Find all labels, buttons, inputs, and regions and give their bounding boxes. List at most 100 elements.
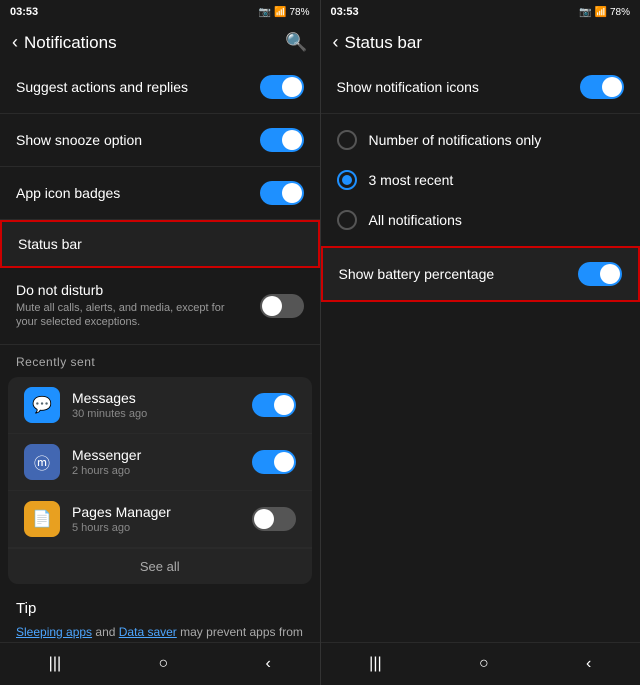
show-battery-percentage-item[interactable]: Show battery percentage [321,246,640,302]
messages-icon: 💬 [24,387,60,423]
show-snooze-label: Show snooze option [16,132,142,148]
suggest-actions-item[interactable]: Suggest actions and replies [0,61,320,114]
show-snooze-toggle[interactable] [260,128,304,152]
left-time: 03:53 [10,6,38,18]
right-settings-list: Show notification icons Number of notifi… [321,61,640,642]
show-notification-icons-label: Show notification icons [337,79,479,95]
right-header: ‹ Status bar [321,24,640,61]
data-saver-link[interactable]: Data saver [119,625,177,639]
pages-time: 5 hours ago [72,522,252,534]
right-header-left: ‹ Status bar [333,32,423,53]
do-not-disturb-toggle[interactable] [260,294,304,318]
radio-label-all: All notifications [369,212,462,228]
do-not-disturb-item[interactable]: Do not disturb Mute all calls, alerts, a… [0,268,320,345]
right-status-icons: 📷 📶 78% [579,7,630,18]
radio-all[interactable]: All notifications [321,200,640,240]
messenger-time: 2 hours ago [72,465,252,477]
messenger-name: Messenger [72,447,252,463]
recently-sent-group: 💬 Messages 30 minutes ago ⓜ Messenger 2 … [8,377,312,584]
see-all-button[interactable]: See all [8,548,312,584]
do-not-disturb-label: Do not disturb [16,282,236,298]
pages-icon: 📄 [24,501,60,537]
pages-knob [254,509,274,529]
messages-item[interactable]: 💬 Messages 30 minutes ago [8,377,312,434]
show-notification-icons-item[interactable]: Show notification icons [321,61,640,114]
right-nav-back-button[interactable]: ‹ [566,651,611,677]
right-back-button[interactable]: ‹ [333,32,339,53]
tip-text: Sleeping apps and Data saver may prevent… [16,623,304,642]
right-page-title: Status bar [345,33,423,53]
right-nav-home-button[interactable]: ○ [459,651,509,677]
right-time: 03:53 [331,6,359,18]
left-nav-back-button[interactable]: ‹ [246,651,291,677]
messages-info: Messages 30 minutes ago [72,390,252,420]
pages-toggle[interactable] [252,507,296,531]
suggest-actions-label: Suggest actions and replies [16,79,188,95]
messenger-knob [274,452,294,472]
left-status-bar: 03:53 📷 📶 78% [0,0,320,24]
messenger-icon: ⓜ [24,444,60,480]
pages-info: Pages Manager 5 hours ago [72,504,252,534]
messenger-info: Messenger 2 hours ago [72,447,252,477]
left-search-button[interactable]: 🔍 [285,32,307,53]
left-nav-recent-button[interactable]: ||| [29,651,81,677]
messages-name: Messages [72,390,252,406]
show-battery-percentage-label: Show battery percentage [339,266,495,282]
app-badges-label: App icon badges [16,185,120,201]
app-badges-item[interactable]: App icon badges [0,167,320,220]
show-battery-percentage-toggle[interactable] [578,262,622,286]
suggest-actions-toggle[interactable] [260,75,304,99]
right-signal-icon: 📶 [595,7,607,18]
radio-group: Number of notifications only 3 most rece… [321,114,640,246]
do-not-disturb-text-group: Do not disturb Mute all calls, alerts, a… [16,282,236,330]
right-panel: 03:53 📷 📶 78% ‹ Status bar Show notifica… [321,0,640,685]
messages-toggle[interactable] [252,393,296,417]
do-not-disturb-knob [262,296,282,316]
show-notification-icons-knob [602,77,622,97]
show-battery-percentage-knob [600,264,620,284]
radio-number-only[interactable]: Number of notifications only [321,120,640,160]
radio-circle-three-recent [337,170,357,190]
left-back-button[interactable]: ‹ [12,32,18,53]
left-header-left: ‹ Notifications [12,32,117,53]
suggest-actions-knob [282,77,302,97]
show-notification-icons-toggle[interactable] [580,75,624,99]
battery-percent-left: 78% [289,7,309,18]
recently-sent-label: Recently sent [0,345,320,373]
left-nav-home-button[interactable]: ○ [138,651,188,677]
pages-name: Pages Manager [72,504,252,520]
left-header: ‹ Notifications 🔍 [0,24,320,61]
messages-knob [274,395,294,415]
app-badges-toggle[interactable] [260,181,304,205]
left-page-title: Notifications [24,33,117,53]
messages-time: 30 minutes ago [72,408,252,420]
show-snooze-item[interactable]: Show snooze option [0,114,320,167]
right-nav-recent-button[interactable]: ||| [349,651,401,677]
left-status-icons: 📷 📶 78% [259,7,310,18]
radio-label-three-recent: 3 most recent [369,172,454,188]
messenger-toggle[interactable] [252,450,296,474]
sleeping-apps-link[interactable]: Sleeping apps [16,625,92,639]
left-settings-list: Suggest actions and replies Show snooze … [0,61,320,642]
right-status-bar: 03:53 📷 📶 78% [321,0,640,24]
app-badges-knob [282,183,302,203]
tip-and-text: and [95,625,118,639]
do-not-disturb-sub: Mute all calls, alerts, and media, excep… [16,301,236,330]
status-bar-label: Status bar [18,236,82,252]
left-nav-bar: ||| ○ ‹ [0,642,320,685]
right-battery-percent: 78% [610,7,630,18]
tip-title: Tip [16,600,304,617]
radio-circle-number-only [337,130,357,150]
signal-icon: 📶 [274,7,286,18]
show-snooze-knob [282,130,302,150]
radio-circle-all [337,210,357,230]
camera-status-icon: 📷 [259,7,271,18]
radio-three-recent[interactable]: 3 most recent [321,160,640,200]
tip-section: Tip Sleeping apps and Data saver may pre… [0,588,320,642]
status-bar-item[interactable]: Status bar [0,220,320,268]
left-panel: 03:53 📷 📶 78% ‹ Notifications 🔍 Suggest … [0,0,320,685]
pages-item[interactable]: 📄 Pages Manager 5 hours ago [8,491,312,548]
messenger-item[interactable]: ⓜ Messenger 2 hours ago [8,434,312,491]
right-nav-bar: ||| ○ ‹ [321,642,640,685]
radio-dot-three-recent [342,175,352,185]
